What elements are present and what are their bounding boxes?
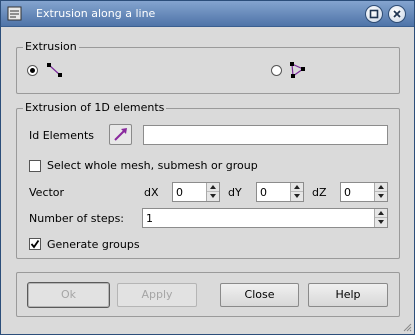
dy-spin-arrows [290,183,303,201]
dy-label: dY [228,186,242,199]
minimize-button[interactable] [365,5,383,23]
steps-label: Number of steps: [29,212,125,225]
dy-up-arrow-icon[interactable] [291,183,303,192]
dz-spinbox[interactable]: 0 [340,182,388,202]
face-mode-radio[interactable] [271,65,282,76]
close-button-bottom[interactable]: Close [220,283,299,307]
dx-up-arrow-icon[interactable] [207,183,219,192]
vector-label: Vector [29,186,65,199]
window-title: Extrusion along a line [36,7,156,20]
steps-spinbox[interactable]: 1 [142,208,388,228]
dx-value: 0 [176,186,183,199]
dx-spinbox[interactable]: 0 [172,182,220,202]
elements-group-title: Extrusion of 1D elements [23,101,167,114]
app-icon [7,6,22,21]
close-button[interactable] [388,5,406,23]
dz-value: 0 [344,186,351,199]
dx-label: dX [144,186,159,199]
apply-button[interactable]: Apply [117,283,197,307]
edge-mode-icon [47,63,62,77]
dz-down-arrow-icon[interactable] [375,192,387,201]
dy-spinbox[interactable]: 0 [256,182,304,202]
ok-button[interactable]: Ok [27,282,110,308]
dialog-window: Extrusion along a line Extrusion Extrusi… [0,0,415,335]
dx-down-arrow-icon[interactable] [207,192,219,201]
steps-spin-arrows [374,209,387,227]
help-button[interactable]: Help [308,283,388,307]
dy-value: 0 [260,186,267,199]
steps-up-arrow-icon[interactable] [375,209,387,218]
resize-grip-icon[interactable] [402,322,412,332]
extrusion-group-title: Extrusion [23,40,79,53]
extrusion-group [16,47,400,94]
generate-groups-checkbox[interactable] [29,238,41,250]
select-elements-button[interactable] [109,124,132,145]
dy-down-arrow-icon[interactable] [291,192,303,201]
edge-mode-radio[interactable] [27,65,38,76]
select-whole-mesh-checkbox[interactable] [29,160,41,172]
steps-value: 1 [146,212,153,225]
minimize-icon [369,9,379,19]
select-whole-mesh-label: Select whole mesh, submesh or group [47,159,258,172]
dx-spin-arrows [206,183,219,201]
dz-label: dZ [312,186,327,199]
steps-down-arrow-icon[interactable] [375,218,387,227]
id-elements-label: Id Elements [29,129,94,142]
dz-spin-arrows [374,183,387,201]
generate-groups-label: Generate groups [47,238,140,251]
close-icon [393,10,401,18]
face-mode-icon [290,62,305,78]
checkmark-icon [30,239,40,249]
selection-arrow-icon [114,128,127,141]
dz-up-arrow-icon[interactable] [375,183,387,192]
title-bar[interactable]: Extrusion along a line [1,1,414,27]
id-elements-input[interactable] [143,125,388,145]
